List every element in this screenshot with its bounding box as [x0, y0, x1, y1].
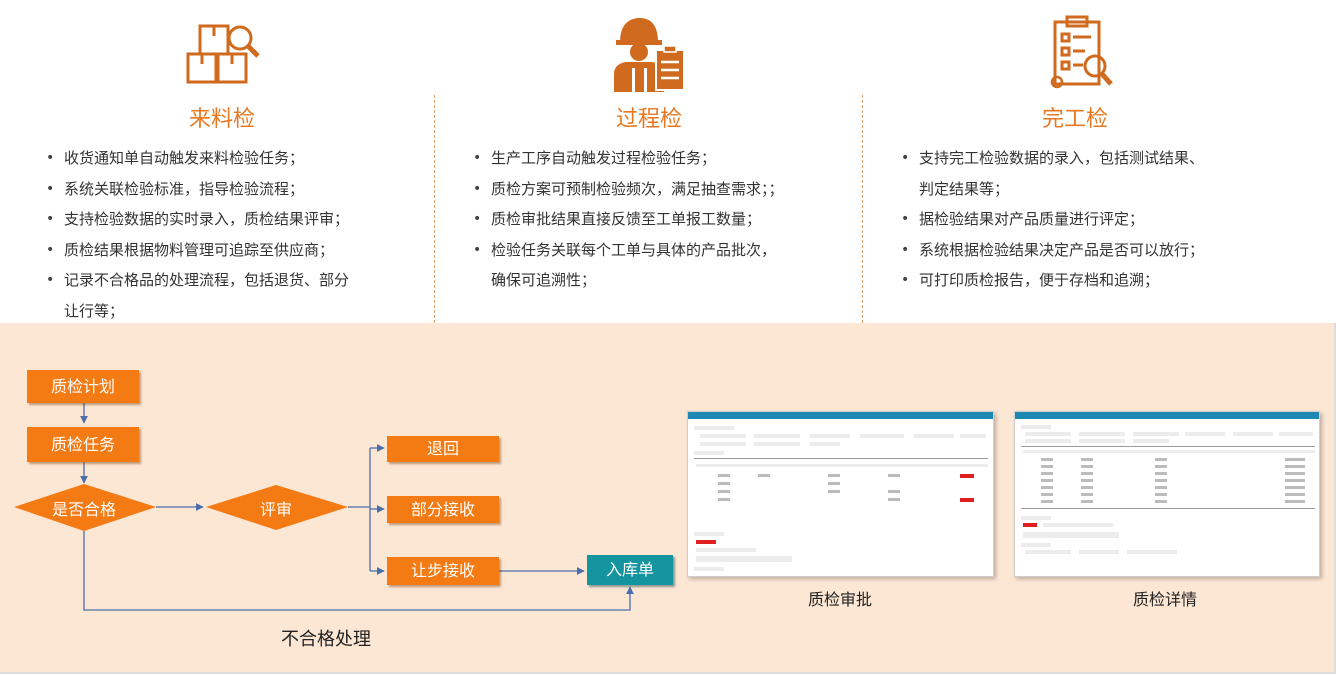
approval-screenshot: [687, 411, 994, 577]
section-title: 来料检: [188, 107, 255, 132]
boxes-magnifier-icon: [186, 24, 260, 84]
list-item: 收货通知单自动触发来料检验任务；: [42, 143, 422, 174]
section-title: 过程检: [615, 107, 682, 132]
qualified-decision-label: 是否合格: [51, 500, 116, 519]
quality-plan-box: 质检计划: [27, 370, 139, 403]
list-item: 系统关联检验标准，指导检验流程；: [42, 174, 422, 205]
incoming-inspection-column: 来料检 收货通知单自动触发来料检验任务； 系统关联检验标准，指导检验流程； 支持…: [0, 0, 434, 323]
warehouse-receipt-box: 入库单: [587, 555, 673, 585]
concession-accept-box: 让步接收: [387, 557, 499, 585]
feature-list: 生产工序自动触发过程检验任务； 质检方案可预制检验频次，满足抽查需求；； 质检审…: [469, 143, 859, 296]
return-box: 退回: [387, 436, 499, 462]
worker-clipboard-icon: [614, 18, 685, 92]
list-item: 记录不合格品的处理流程，包括退货、部分 让行等；: [42, 265, 422, 326]
list-item: 据检验结果对产品质量进行评定；: [897, 204, 1317, 235]
features-panel: 来料检 收货通知单自动触发来料检验任务； 系统关联检验标准，指导检验流程； 支持…: [0, 0, 1336, 323]
list-item: 质检审批结果直接反馈至工单报工数量；: [469, 204, 859, 235]
screenshot-caption: 质检审批: [807, 590, 872, 609]
partial-accept-box: 部分接收: [387, 496, 499, 523]
list-item: 可打印质检报告，便于存档和追溯；: [897, 265, 1317, 296]
list-item: 质检结果根据物料管理可追踪至供应商；: [42, 235, 422, 266]
list-item: 质检方案可预制检验频次，满足抽查需求；；: [469, 174, 859, 205]
section-title: 完工检: [1041, 107, 1108, 132]
detail-screenshot: [1014, 411, 1320, 577]
final-inspection-column: 完工检 支持完工检验数据的录入，包括测试结果、 判定结果等； 据检验结果对产品质…: [863, 0, 1333, 323]
screenshot-caption: 质检详情: [1132, 590, 1197, 609]
list-item: 支持完工检验数据的录入，包括测试结果、 判定结果等；: [897, 143, 1317, 204]
quality-task-box: 质检任务: [27, 427, 139, 462]
list-item: 系统根据检验结果决定产品是否可以放行；: [897, 235, 1317, 266]
feature-list: 支持完工检验数据的录入，包括测试结果、 判定结果等； 据检验结果对产品质量进行评…: [897, 143, 1317, 296]
flow-panel: 质检计划 质检任务 是否合格 评审 退回 部分接收 让步接收 入库单 不合格处理…: [0, 323, 1336, 674]
list-item: 检验任务关联每个工单与具体的产品批次， 确保可追溯性；: [469, 235, 859, 296]
checklist-gear-icon: [1050, 15, 1113, 89]
list-item: 支持检验数据的实时录入，质检结果评审；: [42, 204, 422, 235]
list-item: 生产工序自动触发过程检验任务；: [469, 143, 859, 174]
feature-list: 收货通知单自动触发来料检验任务； 系统关联检验标准，指导检验流程； 支持检验数据…: [42, 143, 422, 326]
process-inspection-column: 过程检 生产工序自动触发过程检验任务； 质检方案可预制检验频次，满足抽查需求；；…: [435, 0, 862, 323]
unqualified-handling-label: 不合格处理: [281, 629, 371, 650]
review-decision-label: 评审: [259, 500, 292, 519]
